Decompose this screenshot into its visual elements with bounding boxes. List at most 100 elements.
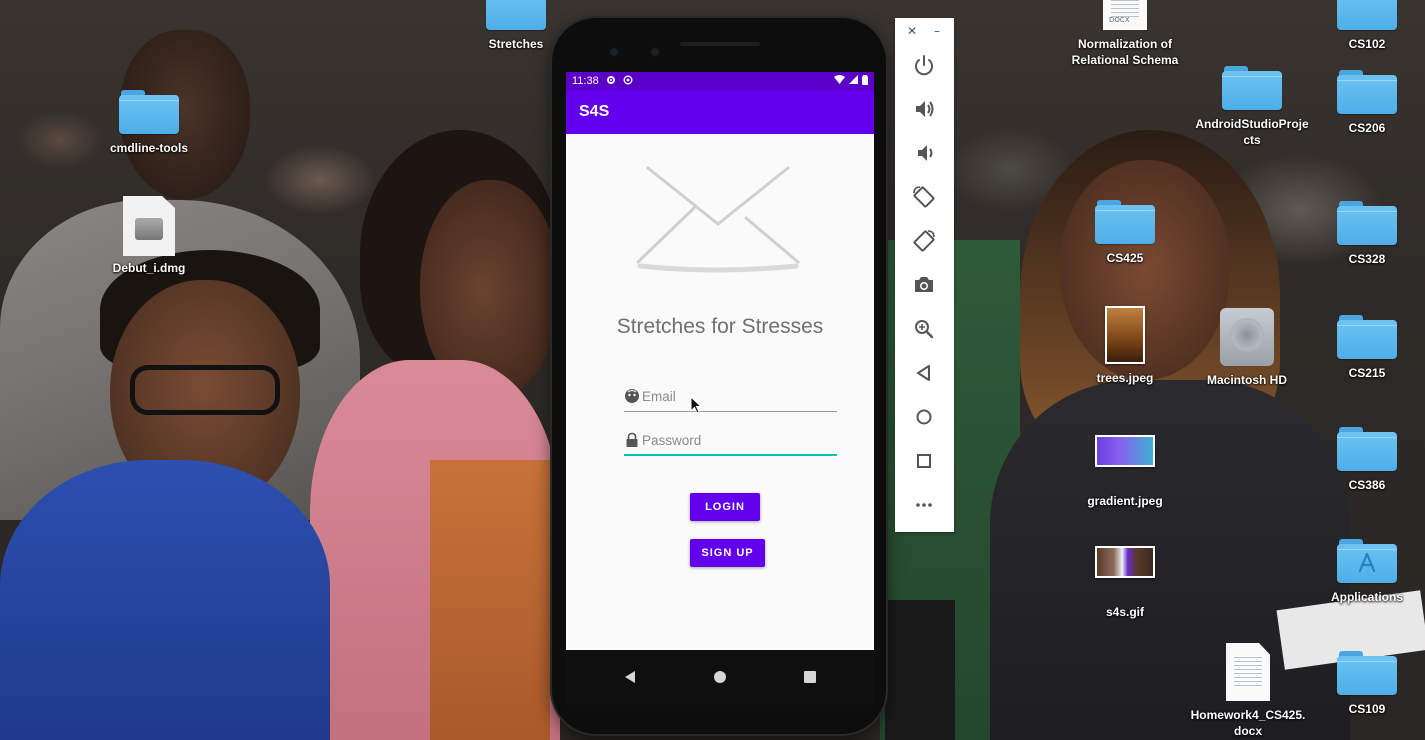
folder-icon <box>1095 200 1155 244</box>
overview-icon <box>917 454 931 468</box>
desktop-icon-label: Homework4_CS425.docx <box>1190 708 1306 738</box>
desktop-icon-label: Applications <box>1330 590 1403 604</box>
battery-icon <box>862 74 868 88</box>
desktop-icon-cs328[interactable]: CS328 <box>1307 201 1425 267</box>
folder-icon <box>119 90 179 134</box>
zoom-button[interactable] <box>910 315 938 343</box>
back-button[interactable] <box>910 359 938 387</box>
document-icon <box>1226 643 1270 701</box>
front-camera <box>608 46 620 58</box>
desktop-icon-trees-jpeg[interactable]: trees.jpeg <box>1065 306 1185 386</box>
earpiece-speaker <box>680 42 760 46</box>
folder-icon <box>486 0 546 30</box>
desktop-icon-gradient-jpeg[interactable]: gradient.jpeg <box>1065 435 1185 509</box>
back-icon[interactable] <box>623 670 637 684</box>
applications-folder-icon <box>1337 539 1397 583</box>
status-bar: 11:38 <box>566 72 874 90</box>
desktop-icon-cs206[interactable]: CS206 <box>1307 70 1425 136</box>
desktop-icon-normalization-docx[interactable]: DOCX Normalization of Relational Schema <box>1065 0 1185 68</box>
desktop-icon-macintosh-hd[interactable]: Macintosh HD <box>1187 308 1307 388</box>
back-icon <box>917 365 930 381</box>
desktop-icon-label: CS328 <box>1348 252 1386 266</box>
desktop-icon-androidstudioprojects[interactable]: AndroidStudioProjects <box>1192 66 1312 148</box>
volume-up-icon <box>916 101 934 117</box>
password-input[interactable] <box>642 431 832 449</box>
folder-icon <box>1222 66 1282 110</box>
minimize-icon[interactable]: – <box>930 24 944 38</box>
close-icon[interactable]: ✕ <box>905 24 919 38</box>
password-field[interactable] <box>624 428 837 456</box>
desktop-icon-debut-dmg[interactable]: Debut_i.dmg <box>89 196 209 276</box>
desktop-icon-homework4-docx[interactable]: Homework4_CS425.docx <box>1188 643 1308 739</box>
desktop: Stretches cmdline-tools Debut_i.dmg DOCX… <box>0 0 1425 740</box>
home-icon <box>916 409 932 425</box>
desktop-icon-label: cmdline-tools <box>109 141 188 155</box>
password-underline <box>624 454 837 456</box>
more-icon <box>916 503 932 507</box>
desktop-icon-cs386[interactable]: CS386 <box>1307 427 1425 493</box>
navigation-bar <box>566 650 874 705</box>
desktop-icon-s4s-gif[interactable]: s4s.gif <box>1065 546 1185 620</box>
wallpaper-figure <box>0 460 330 740</box>
volume-down-icon <box>918 145 933 161</box>
desktop-icon-cs102[interactable]: CS102 <box>1307 0 1425 52</box>
folder-icon <box>1337 427 1397 471</box>
desktop-icon-label: CS215 <box>1348 366 1386 380</box>
folder-icon <box>1337 70 1397 114</box>
email-underline <box>624 411 837 412</box>
image-thumbnail-icon <box>1105 306 1145 364</box>
app-title: Stretches for Stresses <box>616 315 824 338</box>
power-icon <box>915 55 933 76</box>
signal-icon <box>849 75 858 87</box>
screenshot-button[interactable] <box>910 271 938 299</box>
rotate-left-button[interactable] <box>910 183 938 211</box>
camera-icon <box>915 277 933 292</box>
folder-icon <box>1337 0 1397 30</box>
desktop-icon-label: Normalization of Relational Schema <box>1071 37 1179 67</box>
desktop-icon-label: CS102 <box>1348 37 1386 51</box>
desktop-icon-applications[interactable]: Applications <box>1307 539 1425 605</box>
envelope-icon <box>636 166 800 273</box>
desktop-icon-label: CS206 <box>1348 121 1386 135</box>
zoom-icon <box>915 320 934 339</box>
lock-icon <box>626 432 638 447</box>
desktop-icon-label: CS386 <box>1348 478 1386 492</box>
mouse-cursor-icon <box>690 396 703 414</box>
sync-icon <box>623 75 633 88</box>
emulator-toolbar: ✕ – <box>895 18 954 532</box>
home-icon[interactable] <box>713 670 727 684</box>
hard-drive-icon <box>1220 308 1274 366</box>
app-bar: S4S <box>566 90 874 134</box>
login-button[interactable]: LOGIN <box>690 493 760 521</box>
email-input[interactable] <box>642 387 832 405</box>
desktop-icon-label: gradient.jpeg <box>1087 494 1163 508</box>
power-button[interactable] <box>910 51 938 79</box>
rotate-left-icon <box>913 186 935 208</box>
wallpaper-figure <box>130 365 280 415</box>
android-emulator-device: 11:38 S4S Stretches for Stresses Email L… <box>552 18 886 734</box>
desktop-icon-cs425[interactable]: CS425 <box>1065 200 1185 266</box>
gear-icon <box>606 75 616 88</box>
desktop-icon-cmdline-tools[interactable]: cmdline-tools <box>89 90 209 156</box>
desktop-icon-label: CS425 <box>1106 251 1144 265</box>
sign-up-button[interactable]: SIGN UP <box>690 539 765 567</box>
status-time: 11:38 <box>572 75 599 87</box>
overview-button[interactable] <box>910 447 938 475</box>
recents-icon[interactable] <box>803 670 817 684</box>
folder-icon <box>1337 315 1397 359</box>
desktop-icon-label: AndroidStudioProjects <box>1195 117 1309 147</box>
rotate-right-button[interactable] <box>910 227 938 255</box>
front-sensor <box>649 46 661 58</box>
desktop-icon-cs215[interactable]: CS215 <box>1307 315 1425 381</box>
email-field[interactable] <box>624 384 837 412</box>
home-button[interactable] <box>910 403 938 431</box>
app-bar-title: S4S <box>579 103 610 120</box>
volume-down-button[interactable] <box>910 139 938 167</box>
desktop-icon-cs109[interactable]: CS109 <box>1307 651 1425 717</box>
desktop-icon-label: Debut_i.dmg <box>112 261 186 275</box>
desktop-icon-label: Macintosh HD <box>1206 373 1287 387</box>
volume-up-button[interactable] <box>910 95 938 123</box>
more-button[interactable] <box>910 491 938 519</box>
face-icon <box>625 389 639 403</box>
wallpaper-figure <box>885 600 955 740</box>
